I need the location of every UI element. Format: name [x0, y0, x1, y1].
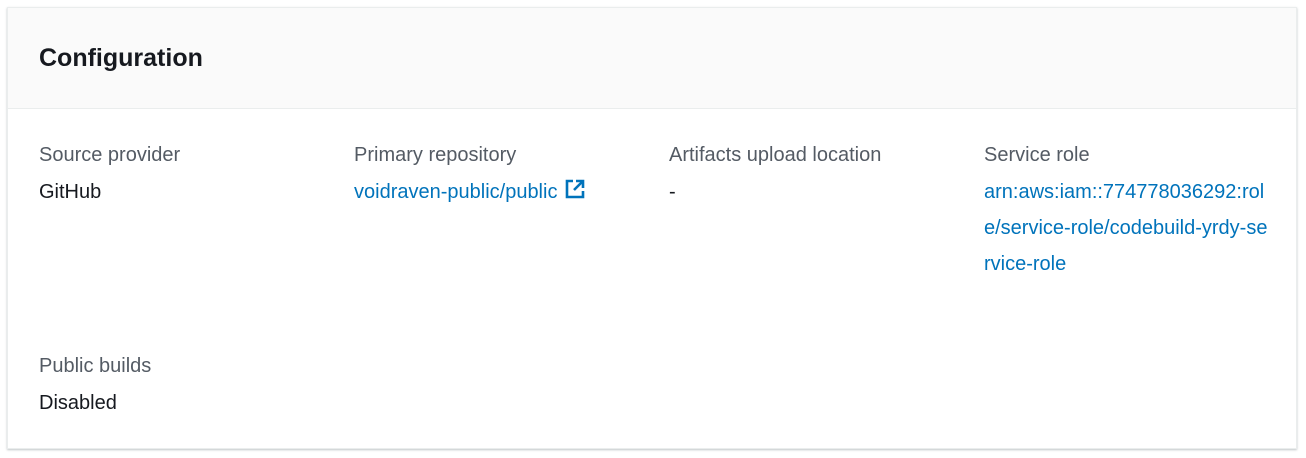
public-builds-label: Public builds: [39, 355, 152, 377]
source-provider-label: Source provider: [39, 144, 181, 166]
panel-header: Configuration: [8, 8, 1296, 109]
primary-repository-label: Primary repository: [354, 144, 517, 166]
artifacts-upload-location-value: -: [669, 181, 676, 203]
artifacts-upload-location-label: Artifacts upload location: [669, 144, 882, 166]
source-provider-value: GitHub: [39, 181, 102, 203]
primary-repository-link[interactable]: voidraven-public/public: [354, 174, 586, 212]
source-provider-field: Source provider GitHub: [39, 142, 329, 210]
service-role-link[interactable]: arn:aws:iam::774778036292:role/service-r…: [984, 174, 1269, 282]
service-role-label: Service role: [984, 144, 1090, 166]
public-builds-value: Disabled: [39, 392, 117, 414]
primary-repository-link-text: voidraven-public/public: [354, 181, 558, 203]
external-link-icon: [564, 176, 586, 212]
panel-body: Source provider GitHub Primary repositor…: [8, 109, 1296, 449]
service-role-field: Service role arn:aws:iam::774778036292:r…: [984, 142, 1274, 282]
public-builds-field: Public builds Disabled: [39, 353, 329, 421]
artifacts-upload-location-field: Artifacts upload location -: [669, 142, 959, 210]
primary-repository-field: Primary repository voidraven-public/publ…: [354, 142, 644, 212]
panel-title: Configuration: [39, 44, 203, 72]
configuration-panel: Configuration Source provider GitHub Pri…: [7, 7, 1297, 449]
